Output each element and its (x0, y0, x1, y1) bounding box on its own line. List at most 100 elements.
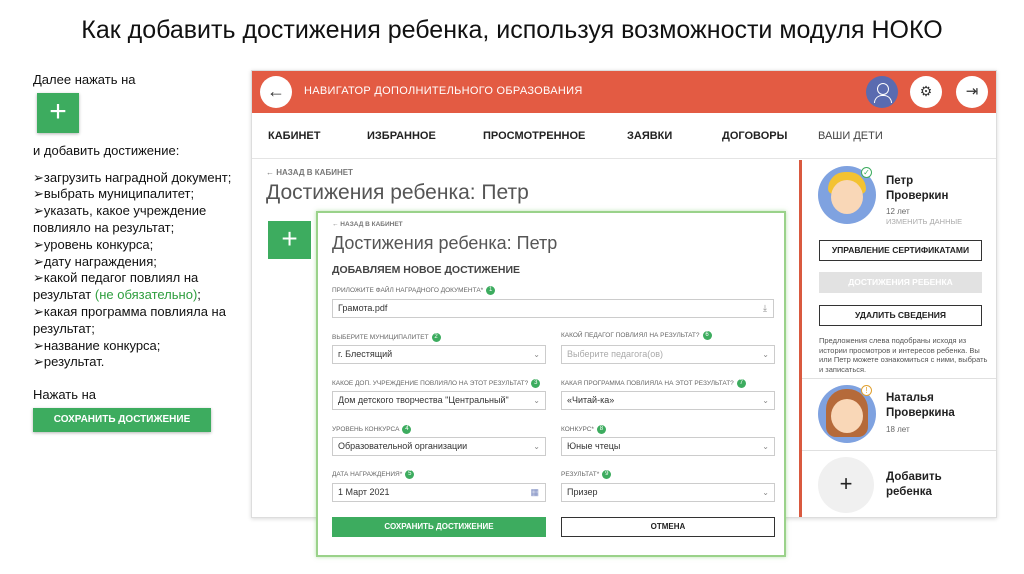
nav-contracts[interactable]: ДОГОВОРЫ (722, 130, 787, 142)
add-child-line1: Добавить (886, 471, 942, 483)
manage-certificates-button[interactable]: УПРАВЛЕНИЕ СЕРТИФИКАТАМИ (819, 240, 982, 261)
chevron-down-icon: ⌄ (533, 442, 540, 451)
add-text: и добавить достижение: (33, 142, 180, 158)
edit-data-link[interactable]: ИЗМЕНИТЬ ДАННЫЕ (886, 217, 962, 226)
step-suffix: ; (197, 287, 201, 303)
contest-select[interactable]: Юные чтецы ⌄ (561, 437, 775, 456)
back-button[interactable]: ← (260, 76, 292, 108)
page-title: Достижения ребенка: Петр (266, 181, 529, 204)
program-select[interactable]: «Читай-ка» ⌄ (561, 391, 775, 410)
step-item: ➢какая программа повлияла на результат; (33, 303, 226, 336)
delete-data-button[interactable]: УДАЛИТЬ СВЕДЕНИЯ (819, 305, 982, 326)
step-number-badge: 2 (431, 333, 441, 342)
chevron-down-icon: ⌄ (762, 350, 769, 359)
file-upload-field[interactable]: Грамота.pdf ⤓ (332, 299, 774, 318)
step-number-badge: 1 (486, 286, 496, 295)
result-value: Призер (567, 487, 598, 497)
step-item: ➢указать, какое учреждение повлияло на р… (33, 203, 207, 235)
steps-list: ➢загрузить наградной документ; ➢выбрать … (33, 170, 243, 372)
modal-breadcrumb[interactable]: ← НАЗАД В КАБИНЕТ (332, 221, 403, 228)
institution-select[interactable]: Дом детского творчества "Центральный" ⌄ (332, 391, 546, 410)
user-icon[interactable] (866, 76, 898, 108)
teacher-label: КАКОЙ ПЕДАГОГ ПОВЛИЯЛ НА РЕЗУЛЬТАТ? 6 (561, 331, 712, 340)
municipality-value: г. Блестящий (338, 349, 393, 359)
institution-label-text: КАКОЕ ДОП. УЧРЕЖДЕНИЕ ПОВЛИЯЛО НА ЭТОТ Р… (332, 380, 529, 388)
nav-your-kids[interactable]: ВАШИ ДЕТИ (818, 130, 883, 142)
child1-first-name: Петр (886, 175, 914, 187)
nav-viewed[interactable]: ПРОСМОТРЕННОЕ (483, 130, 585, 142)
step-item: ➢результат. (33, 354, 105, 370)
result-select[interactable]: Призер ⌄ (561, 483, 775, 502)
step-number-badge: 5 (405, 470, 415, 479)
nav-cabinet[interactable]: КАБИНЕТ (268, 130, 320, 142)
result-label-text: РЕЗУЛЬТАТ* (561, 471, 600, 479)
add-child-line2: ребенка (886, 486, 932, 498)
press-text: Нажать на (33, 387, 97, 403)
add-child-icon[interactable]: + (818, 457, 874, 513)
teacher-placeholder: Выберите педагога(ов) (567, 349, 663, 359)
step-number-badge: 9 (602, 470, 612, 479)
date-field[interactable]: 1 Март 2021 ▦ (332, 483, 546, 502)
date-label: ДАТА НАГРАЖДЕНИЯ* 5 (332, 470, 415, 479)
step-item: ➢название конкурса; (33, 337, 161, 353)
save-achievement-button-sample: СОХРАНИТЬ ДОСТИЖЕНИЕ (33, 407, 211, 432)
child1-last-name: Проверкин (886, 190, 949, 202)
slide-title: Как добавить достижения ребенка, использ… (81, 16, 943, 44)
check-icon: ✓ (861, 167, 872, 178)
child-achievements-button[interactable]: ДОСТИЖЕНИЯ РЕБЕНКА (819, 272, 982, 293)
breadcrumb[interactable]: ← НАЗАД В КАБИНЕТ (266, 168, 353, 177)
cancel-button[interactable]: ОТМЕНА (561, 517, 775, 537)
main-nav: КАБИНЕТ ИЗБРАННОЕ ПРОСМОТРЕННОЕ ЗАЯВКИ Д… (252, 113, 996, 159)
top-bar: ← НАВИГАТОР ДОПОЛНИТЕЛЬНОГО ОБРАЗОВАНИЯ … (252, 71, 996, 113)
institution-value: Дом детского творчества "Центральный" (338, 395, 509, 405)
exit-icon[interactable]: ⇥ (956, 76, 988, 108)
warning-icon: ! (861, 385, 872, 396)
calendar-icon[interactable]: ▦ (530, 484, 539, 501)
level-label: УРОВЕНЬ КОНКУРСА 4 (332, 425, 412, 434)
kids-sidebar: ✓ Петр Проверкин 12 лет ИЗМЕНИТЬ ДАННЫЕ … (799, 160, 996, 517)
step-item: ➢какой педагог повлиял на результат (не … (33, 270, 243, 304)
teacher-label-text: КАКОЙ ПЕДАГОГ ПОВЛИЯЛ НА РЕЗУЛЬТАТ? (561, 332, 700, 340)
add-achievement-button[interactable]: + (268, 221, 311, 259)
nav-applications[interactable]: ЗАЯВКИ (627, 130, 672, 142)
chevron-down-icon: ⌄ (762, 488, 769, 497)
divider (802, 450, 996, 451)
modal-title: Достижения ребенка: Петр (332, 233, 558, 253)
plus-icon: + (37, 92, 79, 133)
contest-label: КОНКУРС* 8 (561, 425, 606, 434)
file-name: Грамота.pdf (338, 303, 388, 313)
child2-age: 18 лет (886, 425, 910, 434)
upload-icon[interactable]: ⤓ (763, 300, 767, 317)
level-select[interactable]: Образовательной организации ⌄ (332, 437, 546, 456)
program-value: «Читай-ка» (567, 395, 615, 405)
settings-icon[interactable]: ⚙ (910, 76, 942, 108)
optional-note: (не обязательно) (94, 287, 198, 303)
save-achievement-button[interactable]: СОХРАНИТЬ ДОСТИЖЕНИЕ (332, 517, 546, 537)
step-item: ➢выбрать муниципалитет; (33, 186, 195, 202)
contest-label-text: КОНКУРС* (561, 426, 594, 434)
add-child-label[interactable]: Добавить ребенка (886, 470, 942, 500)
teacher-select[interactable]: Выберите педагога(ов) ⌄ (561, 345, 775, 364)
date-value: 1 Март 2021 (338, 487, 390, 497)
contest-value: Юные чтецы (567, 441, 621, 451)
date-label-text: ДАТА НАГРАЖДЕНИЯ* (332, 471, 403, 479)
municipality-label-text: ВЫБЕРИТЕ МУНИЦИПАЛИТЕТ (332, 334, 429, 342)
chevron-down-icon: ⌄ (533, 396, 540, 405)
file-label-text: ПРИЛОЖИТЕ ФАЙЛ НАГРАДНОГО ДОКУМЕНТА* (332, 287, 484, 295)
avatar-face (831, 399, 863, 433)
nav-favorites[interactable]: ИЗБРАННОЕ (367, 130, 436, 142)
app-title: НАВИГАТОР ДОПОЛНИТЕЛЬНОГО ОБРАЗОВАНИЯ (304, 85, 583, 97)
step-number-badge: 7 (736, 379, 746, 388)
add-achievement-modal: ← НАЗАД В КАБИНЕТ Достижения ребенка: Пе… (316, 211, 786, 557)
divider (802, 378, 996, 379)
step-number-badge: 6 (702, 331, 712, 340)
chevron-down-icon: ⌄ (762, 396, 769, 405)
file-label: ПРИЛОЖИТЕ ФАЙЛ НАГРАДНОГО ДОКУМЕНТА* 1 (332, 286, 496, 295)
chevron-down-icon: ⌄ (533, 350, 540, 359)
municipality-label: ВЫБЕРИТЕ МУНИЦИПАЛИТЕТ 2 (332, 333, 441, 342)
child2-last-name: Проверкина (886, 407, 955, 419)
child1-age: 12 лет (886, 207, 910, 216)
program-label: КАКАЯ ПРОГРАММА ПОВЛИЯЛА НА ЭТОТ РЕЗУЛЬТ… (561, 379, 746, 388)
child1-name: Петр Проверкин (886, 174, 948, 204)
municipality-select[interactable]: г. Блестящий ⌄ (332, 345, 546, 364)
